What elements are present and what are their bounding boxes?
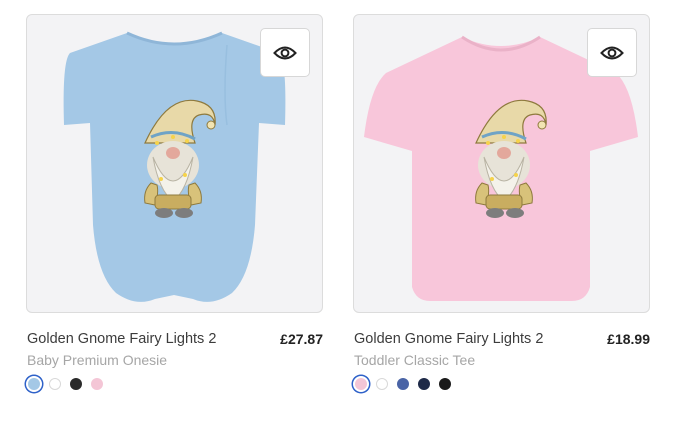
product-image[interactable] <box>26 14 323 313</box>
product-subtitle: Toddler Classic Tee <box>354 352 476 368</box>
color-swatch[interactable] <box>49 378 61 390</box>
color-swatches <box>355 378 460 390</box>
eye-icon <box>273 46 297 59</box>
product-card[interactable]: Golden Gnome Fairy Lights 2 £27.87 Baby … <box>26 14 323 390</box>
product-subtitle: Baby Premium Onesie <box>27 352 168 368</box>
color-swatches <box>28 378 112 390</box>
product-card[interactable]: Golden Gnome Fairy Lights 2 £18.99 Toddl… <box>353 14 650 390</box>
product-image[interactable] <box>353 14 650 313</box>
quick-view-button[interactable] <box>587 28 637 77</box>
color-swatch[interactable] <box>397 378 409 390</box>
color-swatch[interactable] <box>91 378 103 390</box>
color-swatch[interactable] <box>439 378 451 390</box>
color-swatch[interactable] <box>418 378 430 390</box>
product-info: Golden Gnome Fairy Lights 2 £18.99 Toddl… <box>353 331 650 381</box>
product-info: Golden Gnome Fairy Lights 2 £27.87 Baby … <box>26 331 323 381</box>
product-title[interactable]: Golden Gnome Fairy Lights 2 <box>354 331 543 347</box>
product-title[interactable]: Golden Gnome Fairy Lights 2 <box>27 331 216 347</box>
color-swatch[interactable] <box>70 378 82 390</box>
color-swatch[interactable] <box>355 378 367 390</box>
color-swatch[interactable] <box>376 378 388 390</box>
product-price: £27.87 <box>280 331 323 347</box>
eye-icon <box>600 46 624 59</box>
product-price: £18.99 <box>607 331 650 347</box>
quick-view-button[interactable] <box>260 28 310 77</box>
color-swatch[interactable] <box>28 378 40 390</box>
